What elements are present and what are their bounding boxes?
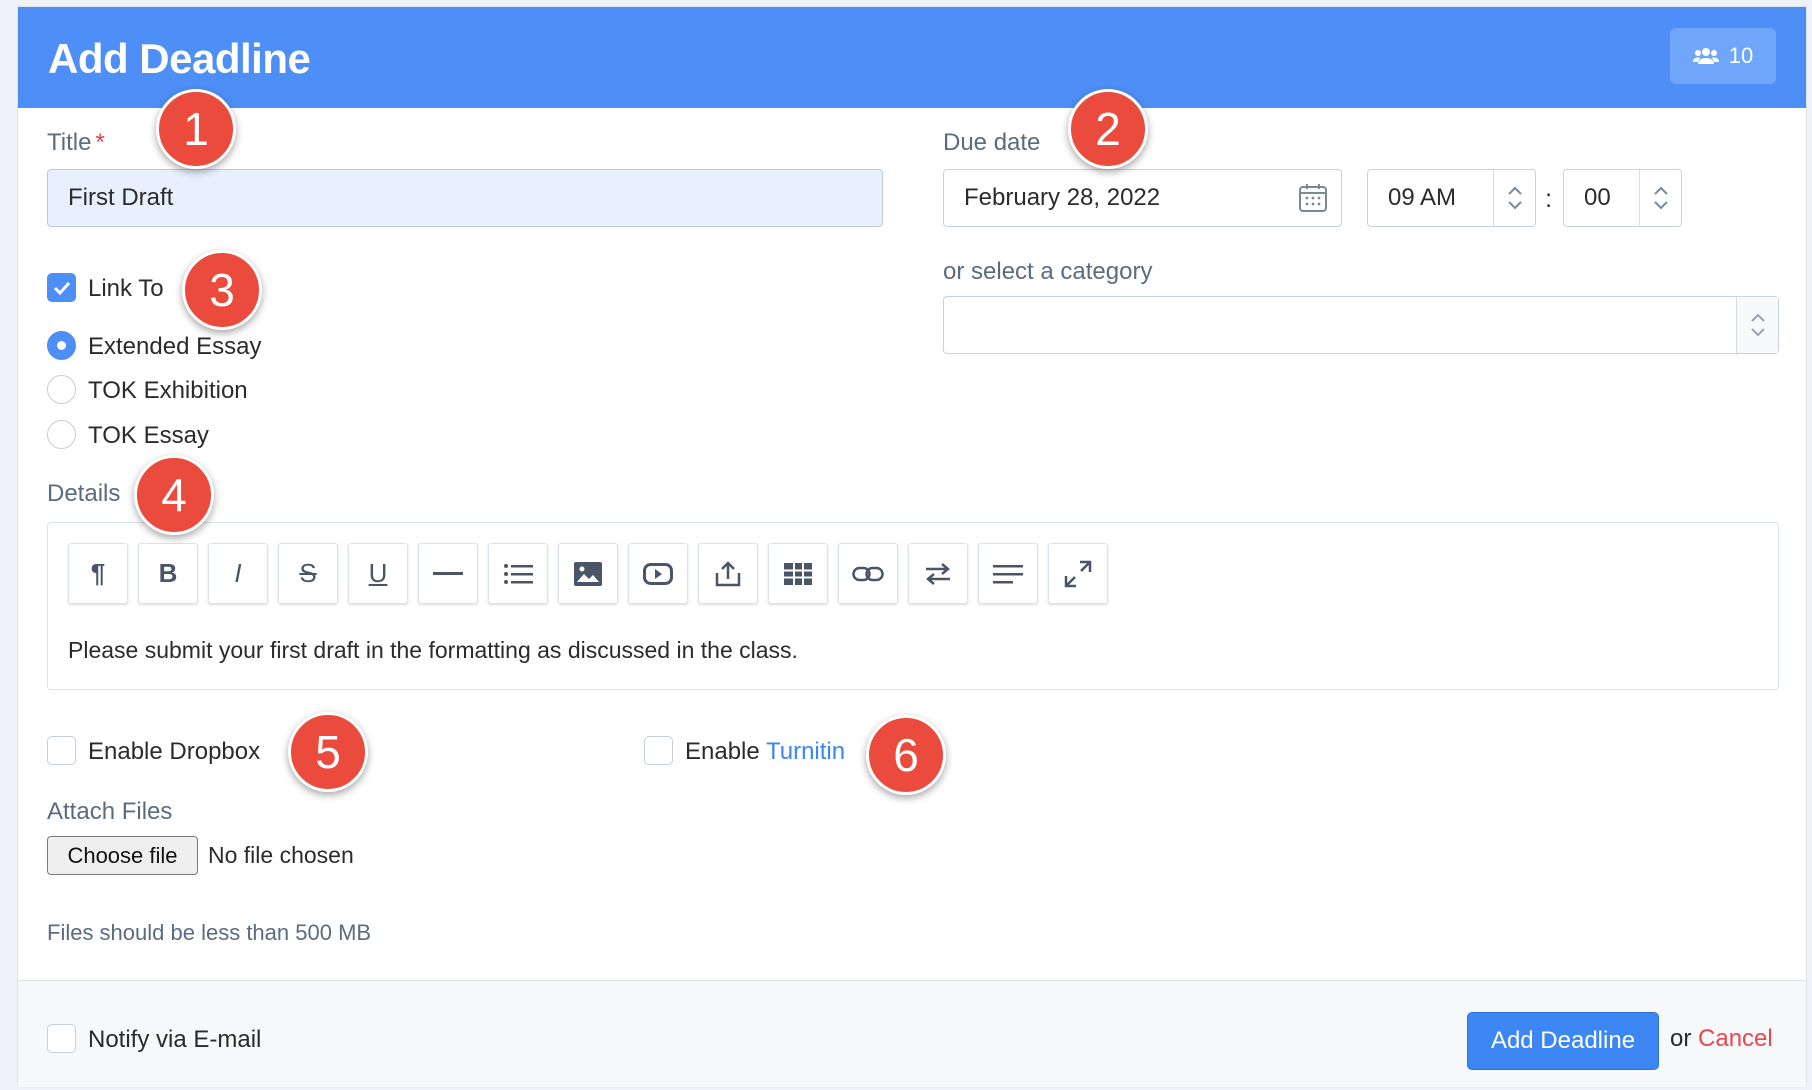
hour-stepper-arrows[interactable] [1493, 170, 1535, 226]
annotation-badge-2: 2 [1068, 89, 1148, 169]
minute-stepper[interactable]: 00 [1563, 169, 1682, 227]
hour-value: 09 AM [1388, 184, 1457, 211]
align-button[interactable] [978, 543, 1038, 604]
category-label: or select a category [943, 258, 1153, 285]
link-to-checkbox[interactable] [47, 273, 76, 302]
enable-turnitin-checkbox[interactable] [644, 736, 673, 765]
details-editor[interactable]: ¶ B I S U Please submit your first draft… [47, 522, 1779, 690]
list-icon [504, 563, 533, 584]
chevron-down-icon[interactable] [1653, 201, 1668, 210]
annotation-badge-6: 6 [866, 715, 946, 795]
add-deadline-button[interactable]: Add Deadline [1467, 1012, 1659, 1070]
bold-button[interactable]: B [138, 543, 198, 604]
time-separator: : [1545, 183, 1553, 213]
list-button[interactable] [488, 543, 548, 604]
calendar-icon[interactable] [1297, 182, 1329, 214]
table-button[interactable] [768, 543, 828, 604]
strikethrough-icon: S [299, 558, 317, 588]
required-mark: * [95, 129, 105, 156]
image-button[interactable] [558, 543, 618, 604]
checkmark-icon [53, 281, 71, 296]
radio-tok-exhibition[interactable] [47, 375, 76, 404]
cancel-link[interactable]: Cancel [1698, 1025, 1773, 1052]
bold-icon: B [158, 558, 178, 588]
radio-label-extended-essay: Extended Essay [88, 333, 262, 360]
category-select-arrows[interactable] [1736, 297, 1778, 353]
due-date-label: Due date [943, 129, 1041, 156]
link-to-label: Link To [88, 275, 164, 302]
annotation-badge-1: 1 [156, 89, 236, 169]
link-icon [852, 566, 884, 581]
details-label: Details [47, 480, 121, 507]
notify-email-checkbox[interactable] [47, 1024, 76, 1053]
radio-extended-essay[interactable] [47, 331, 76, 360]
radio-label-tok-exhibition: TOK Exhibition [88, 377, 248, 404]
modal-title: Add Deadline [48, 35, 311, 82]
turnitin-link[interactable]: Turnitin [766, 738, 845, 765]
video-icon [643, 562, 673, 585]
due-date-value: February 28, 2022 [964, 184, 1161, 211]
users-icon [1692, 48, 1719, 64]
chevron-up-icon [1750, 313, 1765, 322]
notify-email-label: Notify via E-mail [88, 1026, 262, 1053]
minute-stepper-arrows[interactable] [1639, 170, 1681, 226]
chevron-down-icon[interactable] [1507, 201, 1522, 210]
paragraph-icon: ¶ [90, 558, 106, 588]
underline-button[interactable]: U [348, 543, 408, 604]
italic-icon: I [234, 558, 242, 588]
paragraph-button[interactable]: ¶ [68, 543, 128, 604]
chevron-up-icon[interactable] [1653, 186, 1668, 195]
horizontal-rule-button[interactable] [418, 543, 478, 604]
video-button[interactable] [628, 543, 688, 604]
italic-button[interactable]: I [208, 543, 268, 604]
hour-stepper[interactable]: 09 AM [1367, 169, 1536, 227]
image-icon [574, 561, 602, 586]
enable-dropbox-checkbox[interactable] [47, 736, 76, 765]
modal-header: Add Deadline 10 [18, 7, 1806, 108]
table-icon [784, 562, 812, 585]
chevron-up-icon[interactable] [1507, 186, 1522, 195]
direction-button[interactable] [908, 543, 968, 604]
upload-button[interactable] [698, 543, 758, 604]
minute-value: 00 [1584, 184, 1611, 211]
annotation-badge-3: 3 [182, 250, 262, 330]
strikethrough-button[interactable]: S [278, 543, 338, 604]
upload-icon [715, 560, 741, 586]
direction-icon [926, 562, 950, 585]
no-file-text: No file chosen [208, 842, 354, 868]
choose-file-button[interactable]: Choose file [47, 836, 198, 875]
attach-files-label: Attach Files [47, 798, 173, 825]
title-input[interactable]: First Draft [47, 169, 883, 227]
details-text[interactable]: Please submit your first draft in the fo… [68, 637, 798, 664]
radio-tok-essay[interactable] [47, 420, 76, 449]
footer-or-text: or Cancel [1670, 1025, 1773, 1052]
chevron-down-icon [1750, 328, 1765, 337]
enable-turnitin-label: Enable Turnitin [685, 738, 846, 765]
link-button[interactable] [838, 543, 898, 604]
category-select[interactable] [943, 296, 1779, 354]
members-button[interactable]: 10 [1670, 28, 1776, 84]
enable-dropbox-label: Enable Dropbox [88, 738, 261, 765]
fullscreen-icon [1064, 560, 1092, 587]
annotation-badge-4: 4 [134, 455, 214, 535]
align-icon [993, 564, 1023, 583]
underline-icon: U [368, 558, 388, 588]
add-deadline-modal: Add Deadline 10 Title * First Draft Due d… [17, 6, 1807, 1087]
fullscreen-button[interactable] [1048, 543, 1108, 604]
due-date-input[interactable]: February 28, 2022 [943, 169, 1342, 227]
horizontal-rule-icon [433, 571, 463, 575]
editor-toolbar: ¶ B I S U [68, 543, 1108, 604]
annotation-badge-5: 5 [288, 712, 368, 792]
members-count: 10 [1728, 43, 1754, 68]
radio-label-tok-essay: TOK Essay [88, 422, 209, 449]
title-label: Title * [47, 129, 105, 156]
file-size-note: Files should be less than 500 MB [47, 920, 372, 945]
